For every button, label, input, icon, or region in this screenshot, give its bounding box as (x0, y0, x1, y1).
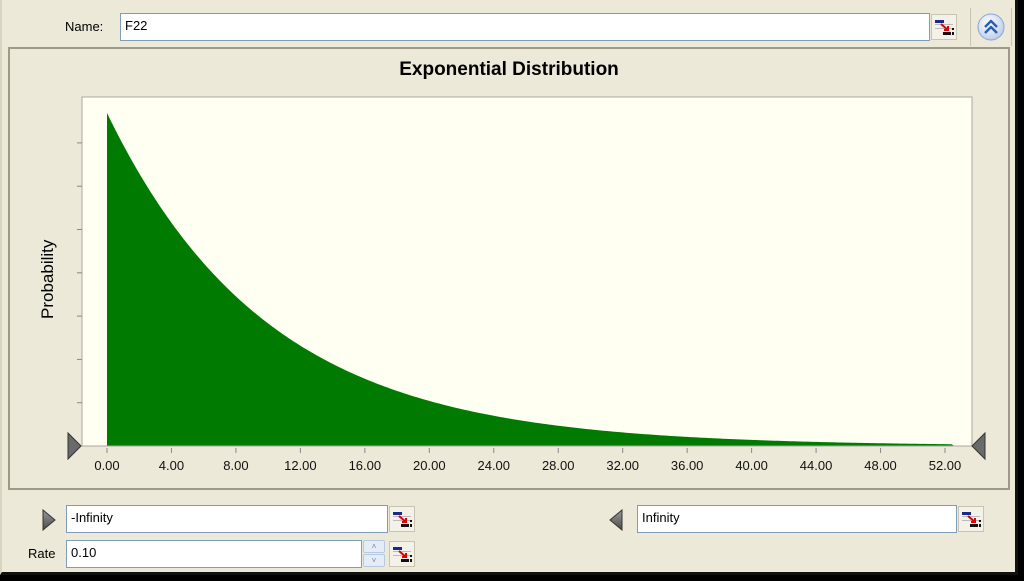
x-tick-label: 24.00 (477, 458, 510, 473)
x-tick-label: 52.00 (929, 458, 962, 473)
name-label: Name: (65, 19, 104, 34)
x-tick-label: 48.00 (864, 458, 897, 473)
distribution-plot: 0.00 4.00 8.00 12.00 16.00 20.00 24.00 28.00 32.… (67, 96, 986, 473)
upper-bound-input[interactable]: Infinity (637, 505, 957, 533)
x-tick-label: 8.00 (223, 458, 248, 473)
distribution-window: Name: F22 Exponential Distribution Proba… (0, 0, 1018, 575)
x-tick-label: 0.00 (94, 458, 119, 473)
x-tick-label: 12.00 (284, 458, 317, 473)
triangle-right-icon (42, 509, 56, 531)
chart-panel: Exponential Distribution Probability 0.0… (8, 47, 1010, 490)
upper-bound-handle[interactable] (608, 509, 624, 531)
x-tick-label: 28.00 (542, 458, 575, 473)
x-tick-label: 4.00 (159, 458, 184, 473)
double-chevron-up-icon (977, 13, 1005, 41)
lower-bound-cell-reference-button[interactable] (389, 506, 415, 532)
name-input[interactable]: F22 (120, 13, 930, 41)
rate-increment-button[interactable]: ˄ (363, 540, 385, 553)
cell-reference-icon (393, 512, 412, 527)
x-tick-label: 16.00 (349, 458, 382, 473)
cell-reference-icon (393, 547, 412, 562)
x-tick-label: 44.00 (800, 458, 833, 473)
x-tick-label: 32.00 (606, 458, 639, 473)
lower-bound-input[interactable]: -Infinity (66, 505, 388, 533)
x-tick-label: 40.00 (735, 458, 768, 473)
cell-reference-icon (935, 20, 954, 35)
rate-spinner: ˄ ˅ (363, 540, 385, 568)
rate-cell-reference-button[interactable] (389, 541, 415, 567)
upper-bound-drag-handle[interactable] (971, 431, 986, 461)
cell-reference-icon (962, 512, 981, 527)
triangle-left-icon (609, 509, 623, 531)
collapse-expand-button[interactable] (970, 8, 1012, 46)
upper-bound-cell-reference-button[interactable] (958, 506, 984, 532)
x-tick-label: 36.00 (671, 458, 704, 473)
rate-input[interactable]: 0.10 (66, 540, 362, 568)
x-tick-label: 20.00 (413, 458, 446, 473)
name-cell-reference-button[interactable] (931, 14, 957, 40)
lower-bound-handle[interactable] (41, 509, 57, 531)
rate-label: Rate (28, 546, 56, 561)
rate-decrement-button[interactable]: ˅ (363, 554, 385, 567)
lower-bound-drag-handle[interactable] (67, 431, 82, 461)
